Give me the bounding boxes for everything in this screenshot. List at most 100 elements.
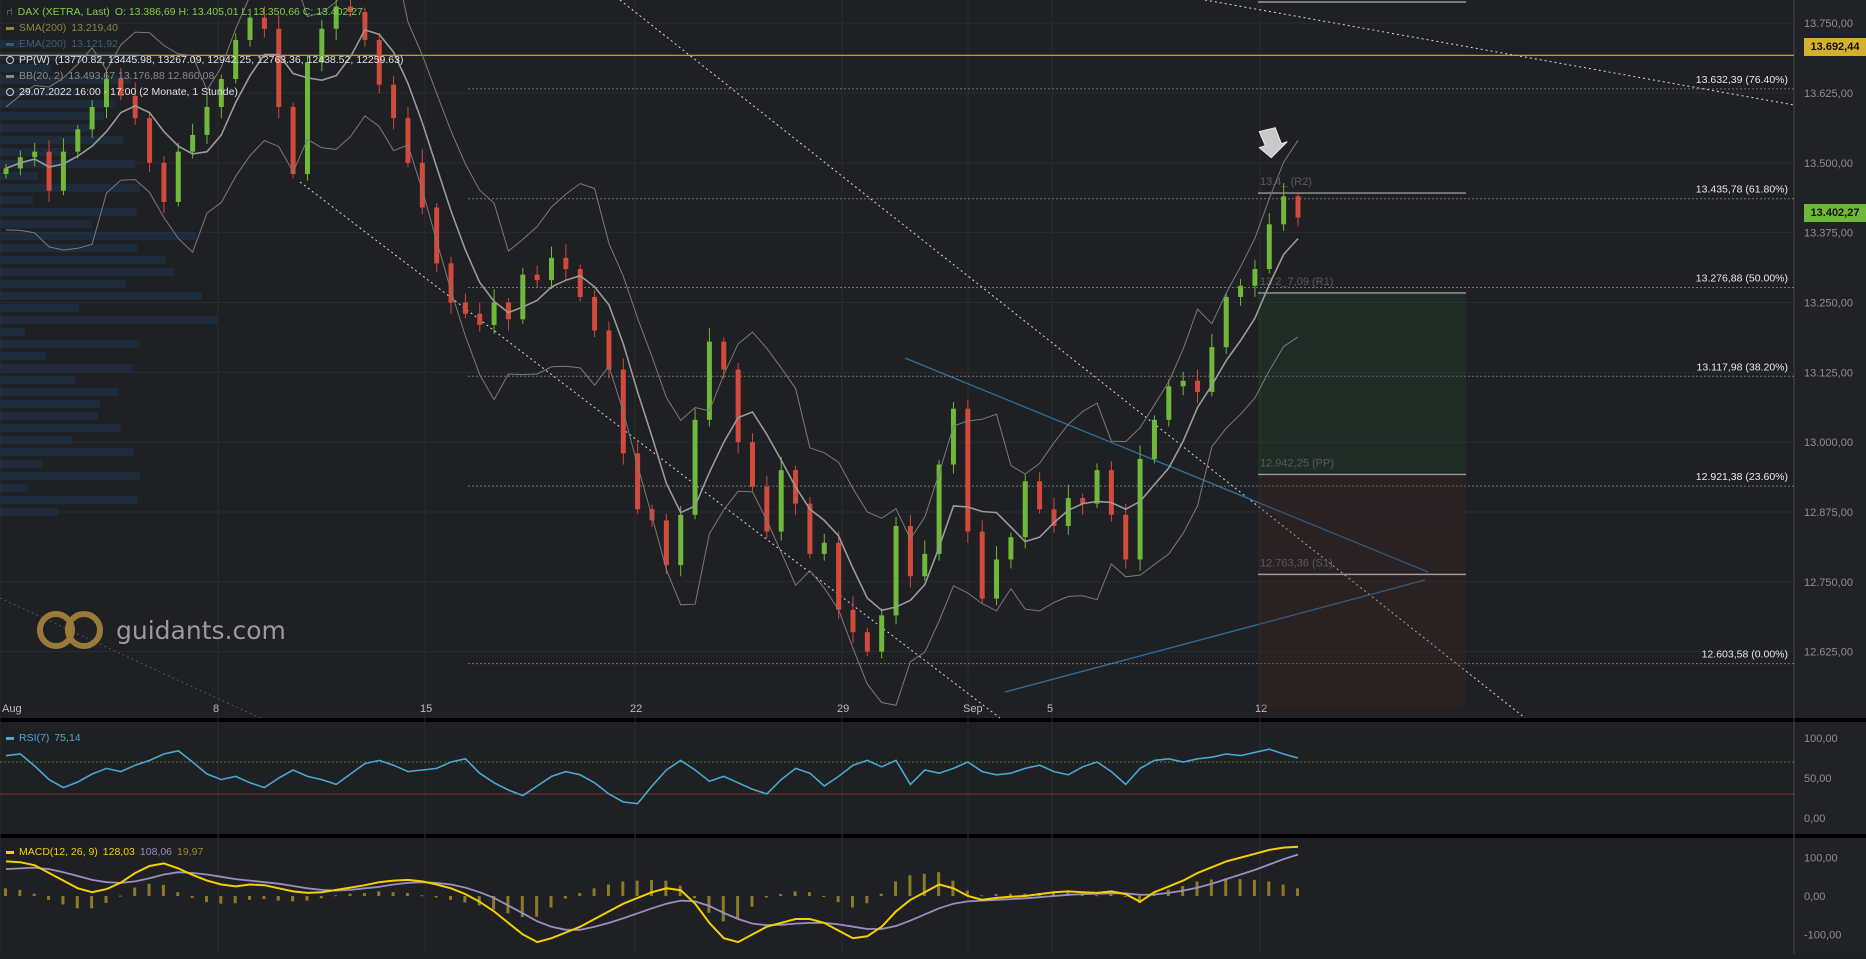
macd-histogram-bar: [291, 896, 295, 902]
macd-histogram-bar: [161, 884, 165, 896]
y-tick-label: 12.750,00: [1804, 577, 1853, 589]
guidants-logo-icon: [37, 611, 103, 649]
macd-tick-label: 100,00: [1804, 853, 1838, 865]
time-range: 29.07.2022 16:00 - 17:00 (2 Monate, 1 St…: [19, 86, 238, 98]
legend-time[interactable]: 29.07.2022 16:00 - 17:00 (2 Monate, 1 St…: [6, 84, 403, 100]
pivot-zone-upper: [1258, 292, 1466, 475]
volume-profile-bar: [0, 256, 166, 264]
macd-histogram-bar: [535, 896, 539, 917]
pivot-label: 12.942,25 (PP): [1260, 457, 1334, 469]
macd-histogram-bar: [1296, 888, 1299, 896]
rsi-label: RSI(7): [19, 732, 50, 744]
volume-profile-bar: [0, 376, 75, 384]
candle-body: [1008, 537, 1014, 560]
macd-histogram-bar: [850, 896, 854, 908]
macd-histogram-bar: [305, 896, 309, 901]
macd-histogram-bar: [750, 896, 754, 907]
horizontal-line-price-badge[interactable]: 13.692,44: [1804, 38, 1866, 56]
candle-body: [1295, 196, 1301, 218]
x-tick-label: 15: [420, 703, 432, 715]
volume-profile-bar: [0, 184, 140, 192]
macd-histogram-bar: [147, 883, 151, 896]
macd-histogram-bar: [348, 893, 352, 896]
candle-body: [1037, 481, 1043, 510]
macd-histogram-bar: [721, 896, 725, 922]
macd-legend[interactable]: MACD(12, 26, 9) 128,03 108,06 19,97: [6, 844, 203, 860]
rsi-value: 75,14: [54, 732, 81, 744]
macd-histogram-bar: [377, 891, 381, 896]
legend-ema[interactable]: EMA(200) 13.121,92: [6, 36, 403, 52]
sma-swatch-icon: [6, 26, 14, 30]
candle-body: [3, 168, 9, 175]
volume-profile-bar: [0, 208, 137, 216]
macd-histogram-bar: [994, 894, 998, 896]
macd-histogram-bar: [248, 896, 252, 900]
fib-label: 13.276,88 (50.00%): [1696, 272, 1788, 284]
candle-body: [75, 129, 81, 152]
volume-profile-bar: [0, 400, 101, 408]
macd-histogram-bar: [276, 896, 280, 901]
candle-body: [477, 313, 483, 325]
volume-profile-bar: [0, 388, 119, 396]
y-tick-label: 12.875,00: [1804, 507, 1853, 519]
candle-body: [922, 553, 928, 577]
macd-histogram-bar: [736, 896, 740, 920]
macd-histogram-bar: [118, 895, 122, 897]
macd-histogram-bar: [190, 896, 194, 898]
x-tick-label: Sep: [963, 703, 983, 715]
chart-canvas: Aug 8 15 22 29 Sep 5 1213.750,0013.625,0013.500…: [0, 0, 1866, 954]
rsi-legend[interactable]: RSI(7) 75,14: [6, 730, 81, 746]
macd-histogram-bar: [1008, 893, 1012, 896]
macd-histogram-bar: [908, 875, 912, 896]
legend-pp[interactable]: PP(W) (13770.82, 13445.98, 13267.09, 129…: [6, 52, 403, 68]
candle-body: [864, 632, 870, 652]
pp-label: PP(W): [19, 54, 50, 66]
candle-body: [1180, 380, 1186, 387]
sma-label: SMA(200): [19, 22, 67, 34]
candle-body: [778, 470, 784, 532]
rsi-swatch-icon: [6, 736, 14, 740]
candle-body: [1137, 458, 1143, 560]
panel-divider: [0, 834, 1866, 838]
macd-histogram-bar: [405, 892, 409, 896]
macd-histogram-bar: [61, 896, 65, 905]
macd-histogram-bar: [693, 896, 697, 899]
candle-body: [290, 106, 296, 175]
legend-instrument[interactable]: ⑁ DAX (XETRA, Last) O: 13.386,69 H: 13.4…: [6, 4, 403, 20]
macd-histogram-bar: [980, 895, 984, 897]
macd-swatch-icon: [6, 850, 14, 854]
legend-bb[interactable]: BB(20, 2) 13.493,67 13.176,88 12.860,08: [6, 68, 403, 84]
volume-profile-bar: [0, 244, 138, 252]
candle-body: [161, 162, 167, 202]
candle-body: [721, 341, 727, 370]
candle-body: [893, 525, 899, 616]
candle-body: [735, 369, 741, 443]
volume-profile-bar: [0, 280, 126, 288]
macd-histogram-bar: [894, 881, 898, 896]
y-tick-label: 13.000,00: [1804, 437, 1853, 449]
candle-body: [1281, 196, 1287, 225]
macd-tick-label: 0,00: [1804, 891, 1825, 903]
bb-values: 13.493,67 13.176,88 12.860,08: [68, 70, 215, 82]
macd-histogram-bar: [362, 892, 366, 896]
macd-histogram-bar: [334, 895, 338, 897]
macd-histogram-bar: [1109, 894, 1113, 896]
candle-body: [979, 531, 985, 599]
volume-profile-bar: [0, 352, 46, 360]
y-tick-label: 13.625,00: [1804, 88, 1853, 100]
volume-profile-bar: [0, 196, 34, 204]
volume-profile-bar: [0, 304, 79, 312]
macd-histogram-bar: [793, 891, 797, 896]
volume-profile-bar: [0, 484, 29, 492]
candle-body: [635, 453, 641, 510]
legend-sma[interactable]: SMA(200) 13.219,40: [6, 20, 403, 36]
candle-body: [1166, 386, 1172, 420]
pivot-label: 12.763,36 (S1): [1260, 557, 1333, 569]
macd-histogram-bar: [319, 896, 323, 899]
rsi-tick-label: 50,00: [1804, 773, 1832, 785]
candle-body: [994, 559, 1000, 599]
volume-profile-bar: [0, 100, 116, 108]
macd-histogram-bar: [18, 889, 22, 896]
candle-body: [1022, 481, 1028, 538]
last-price-badge[interactable]: 13.402,27: [1804, 204, 1866, 222]
